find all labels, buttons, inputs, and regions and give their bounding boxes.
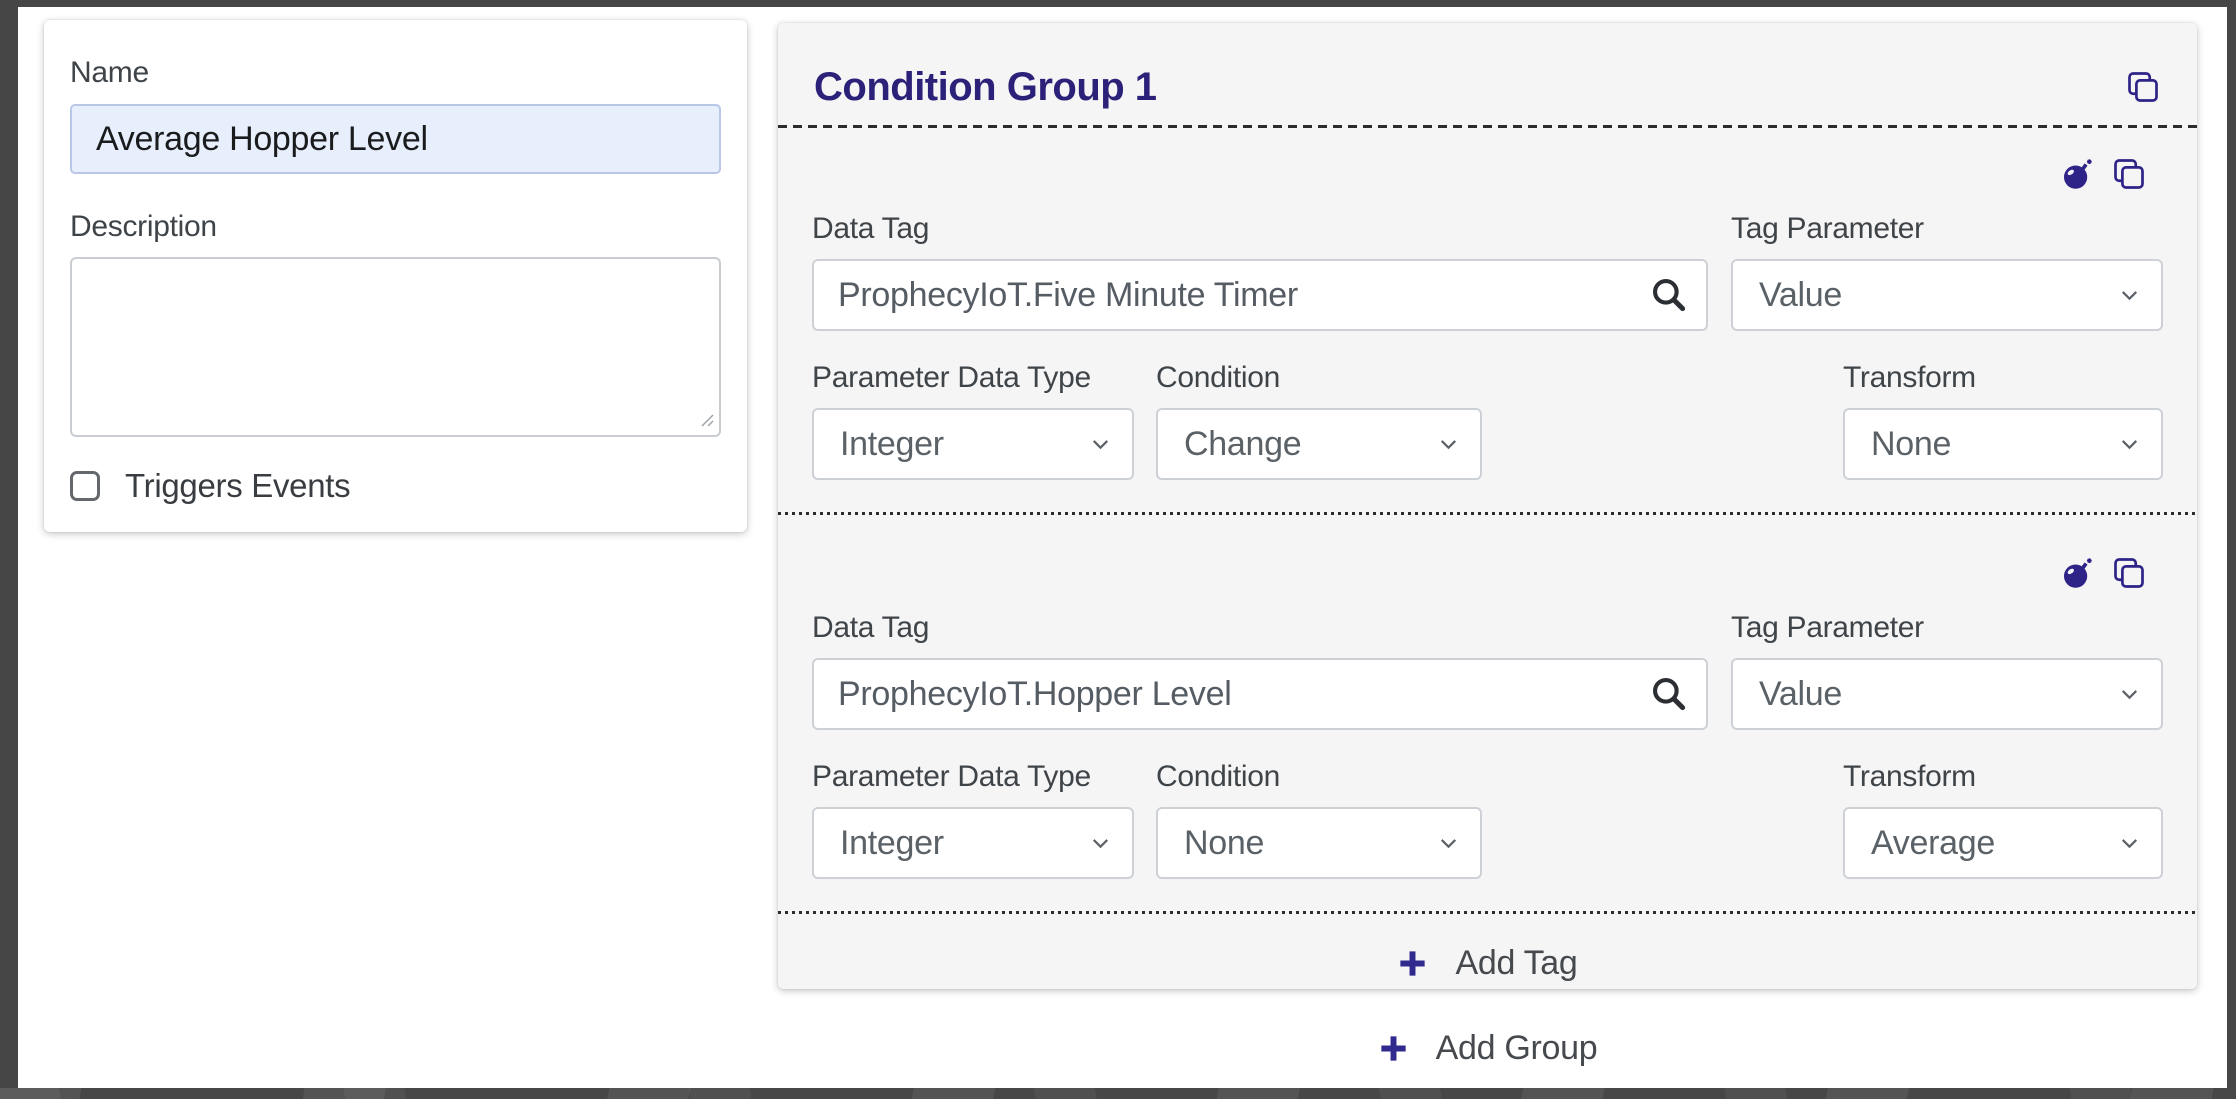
transform-label: Transform (1843, 760, 2163, 794)
add-group-label: Add Group (1436, 1029, 1598, 1068)
add-tag-label: Add Tag (1455, 944, 1577, 983)
search-icon[interactable] (1650, 675, 1688, 713)
condition-value: Change (1184, 425, 1301, 464)
condition-fields-bottom: Parameter Data Type Integer Condition Ch… (812, 361, 2163, 480)
condition-divider (778, 512, 2197, 515)
condition-field: Condition Change (1156, 361, 1482, 480)
parameter-data-type-field: Parameter Data Type Integer (812, 760, 1134, 879)
add-tag-button[interactable]: Add Tag (1397, 944, 1577, 983)
transform-value: Average (1871, 824, 1995, 863)
condition-divider (778, 911, 2197, 914)
data-tag-label: Data Tag (812, 611, 1708, 645)
condition-field: Condition None (1156, 760, 1482, 879)
transform-select[interactable]: None (1843, 408, 2163, 480)
add-group-row: Add Group (778, 1012, 2197, 1084)
copy-group-button[interactable] (2125, 69, 2161, 105)
transform-field: Transform Average (1843, 760, 2163, 879)
condition-actions (812, 555, 2147, 591)
detail-card: Name Description Triggers Events (44, 20, 747, 532)
transform-field: Transform None (1843, 361, 2163, 480)
condition-fields-top: Data Tag Tag Parameter V (812, 611, 2163, 730)
parameter-data-type-label: Parameter Data Type (812, 361, 1134, 395)
add-group-button[interactable]: Add Group (1378, 1029, 1598, 1068)
condition-group-header: Condition Group 1 (812, 23, 2163, 125)
tag-parameter-select[interactable]: Value (1731, 658, 2163, 730)
chevron-down-icon (2116, 431, 2143, 458)
tag-parameter-field: Tag Parameter Value (1731, 611, 2163, 730)
data-tag-input[interactable] (812, 259, 1708, 331)
name-label: Name (70, 56, 721, 90)
parameter-data-type-value: Integer (840, 824, 944, 863)
condition-fields-top: Data Tag Tag Parameter V (812, 212, 2163, 331)
description-textarea[interactable] (70, 257, 721, 437)
tag-parameter-label: Tag Parameter (1731, 611, 2163, 645)
chevron-down-icon (1087, 431, 1114, 458)
condition-label: Condition (1156, 760, 1482, 794)
chevron-down-icon (2116, 282, 2143, 309)
chevron-down-icon (1435, 431, 1462, 458)
description-label: Description (70, 210, 721, 244)
name-input[interactable] (70, 104, 721, 174)
delete-condition-button[interactable] (2062, 556, 2096, 590)
condition-value: None (1184, 824, 1264, 863)
condition-row: Data Tag Tag Parameter V (812, 555, 2163, 914)
copy-icon (2111, 156, 2147, 192)
data-tag-field: Data Tag (812, 611, 1708, 730)
window-frame-bottom (0, 1088, 2236, 1099)
condition-label: Condition (1156, 361, 1482, 395)
parameter-data-type-select[interactable]: Integer (812, 807, 1134, 879)
copy-condition-button[interactable] (2111, 156, 2147, 192)
parameter-data-type-value: Integer (840, 425, 944, 464)
chevron-down-icon (2116, 681, 2143, 708)
plus-icon (1397, 948, 1428, 979)
delete-condition-button[interactable] (2062, 157, 2096, 191)
condition-select[interactable]: Change (1156, 408, 1482, 480)
search-icon[interactable] (1650, 276, 1688, 314)
tag-parameter-label: Tag Parameter (1731, 212, 2163, 246)
parameter-data-type-select[interactable]: Integer (812, 408, 1134, 480)
chevron-down-icon (1087, 830, 1114, 857)
condition-row: Data Tag Tag Parameter V (812, 156, 2163, 515)
tag-parameter-value: Value (1759, 276, 1842, 315)
screen: Name Description Triggers Events Conditi… (0, 0, 2236, 1099)
window-frame-left (0, 0, 18, 1099)
transform-label: Transform (1843, 361, 2163, 395)
tag-parameter-select[interactable]: Value (1731, 259, 2163, 331)
window-frame-top (0, 0, 2236, 7)
condition-fields-bottom: Parameter Data Type Integer Condition No… (812, 760, 2163, 879)
data-tag-input[interactable] (812, 658, 1708, 730)
transform-value: None (1871, 425, 1951, 464)
condition-group-title: Condition Group 1 (814, 65, 1157, 110)
triggers-events-label: Triggers Events (125, 467, 350, 505)
tag-parameter-field: Tag Parameter Value (1731, 212, 2163, 331)
description-field (70, 257, 721, 437)
transform-select[interactable]: Average (1843, 807, 2163, 879)
plus-icon (1378, 1033, 1409, 1064)
triggers-events-checkbox[interactable] (70, 471, 100, 501)
copy-icon (2125, 69, 2161, 105)
chevron-down-icon (2116, 830, 2143, 857)
bomb-icon (2062, 556, 2096, 590)
tag-parameter-value: Value (1759, 675, 1842, 714)
copy-condition-button[interactable] (2111, 555, 2147, 591)
parameter-data-type-label: Parameter Data Type (812, 760, 1134, 794)
resize-handle-icon[interactable] (699, 412, 714, 427)
checkbox-row: Triggers Events (70, 467, 721, 505)
condition-actions (812, 156, 2147, 192)
condition-select[interactable]: None (1156, 807, 1482, 879)
condition-group-card: Condition Group 1 (778, 23, 2197, 989)
data-tag-label: Data Tag (812, 212, 1708, 246)
data-tag-field: Data Tag (812, 212, 1708, 331)
copy-icon (2111, 555, 2147, 591)
bomb-icon (2062, 157, 2096, 191)
add-tag-row: Add Tag (812, 920, 2163, 1006)
parameter-data-type-field: Parameter Data Type Integer (812, 361, 1134, 480)
window-frame-right (2227, 0, 2236, 1099)
group-header-divider (778, 125, 2197, 128)
chevron-down-icon (1435, 830, 1462, 857)
